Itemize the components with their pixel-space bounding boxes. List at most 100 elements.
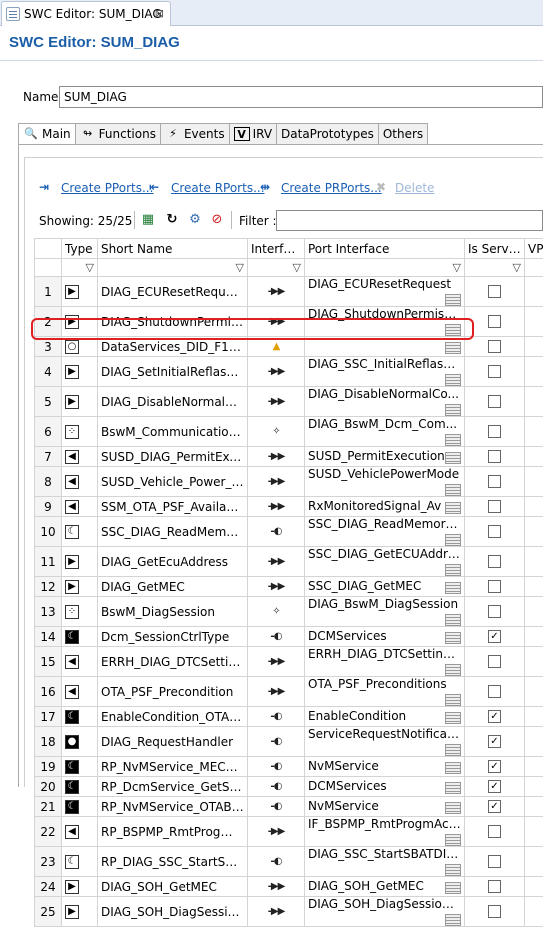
- delete-link[interactable]: Delete: [395, 181, 434, 195]
- table-row[interactable]: 19☾RP_NvMService_MECBlock-◐NvMService✓: [35, 757, 543, 777]
- settings-icon[interactable]: ⚙: [187, 212, 203, 228]
- port-interface-cell[interactable]: DIAG_DisableNormalCo...: [305, 387, 465, 417]
- is-service-checkbox[interactable]: [488, 500, 501, 513]
- filter-input[interactable]: [276, 210, 543, 231]
- interface-browse-icon[interactable]: [445, 452, 461, 464]
- interface-browse-icon[interactable]: [445, 534, 461, 546]
- col-vp[interactable]: VP: [525, 239, 543, 259]
- short-name-cell[interactable]: DIAG_SetInitialReflashFlag: [98, 357, 248, 387]
- interface-browse-icon[interactable]: [445, 694, 461, 706]
- table-row[interactable]: 5▶DIAG_DisableNormalCom...-▶▶DIAG_Disabl…: [35, 387, 543, 417]
- col-short-name[interactable]: Short Name: [98, 239, 248, 259]
- short-name-cell[interactable]: BswM_CommunicationM...: [98, 417, 248, 447]
- interface-browse-icon[interactable]: [445, 374, 461, 386]
- table-row[interactable]: 22◀RP_BSPMP_RmtProgmAct...-▶▶IF_BSPMP_Rm…: [35, 817, 543, 847]
- tab-main[interactable]: 🔍Main: [18, 123, 76, 145]
- short-name-cell[interactable]: BswM_DiagSession: [98, 597, 248, 627]
- is-service-checkbox[interactable]: [488, 450, 501, 463]
- port-interface-cell[interactable]: RxMonitoredSignal_Av: [305, 497, 465, 517]
- filter-cell[interactable]: ▽: [305, 259, 465, 277]
- interface-browse-icon[interactable]: [445, 664, 461, 676]
- col-type[interactable]: Type: [62, 239, 98, 259]
- name-field[interactable]: [59, 86, 543, 108]
- is-service-checkbox[interactable]: [488, 340, 501, 353]
- port-interface-cell[interactable]: DCMServices: [305, 627, 465, 647]
- is-service-checkbox[interactable]: [488, 825, 501, 838]
- port-interface-cell[interactable]: NvMService: [305, 757, 465, 777]
- interface-browse-icon[interactable]: [445, 434, 461, 446]
- port-interface-cell[interactable]: NvMService: [305, 797, 465, 817]
- table-row[interactable]: 4▶DIAG_SetInitialReflashFlag-▶▶DIAG_SSC_…: [35, 357, 543, 387]
- port-interface-cell[interactable]: DIAG_SOH_DiagSessionR...: [305, 897, 465, 927]
- short-name-cell[interactable]: Dcm_SessionCtrlType: [98, 627, 248, 647]
- port-interface-cell[interactable]: DIAG_SSC_InitialReflashF...: [305, 357, 465, 387]
- col-is-service[interactable]: Is Service: [465, 239, 525, 259]
- port-interface-cell[interactable]: SSC_DIAG_GetMEC: [305, 577, 465, 597]
- table-row[interactable]: 10☾SSC_DIAG_ReadMemoryS...-◐SSC_DIAG_Rea…: [35, 517, 543, 547]
- table-row[interactable]: 1▶DIAG_ECUResetRequest-▶▶DIAG_ECUResetRe…: [35, 277, 543, 307]
- short-name-cell[interactable]: DIAG_SOH_DiagSessionRe...: [98, 897, 248, 927]
- port-interface-cell[interactable]: DIAG_BswM_Dcm_Com...: [305, 417, 465, 447]
- table-row[interactable]: 24▶DIAG_SOH_GetMEC-▶▶DIAG_SOH_GetMEC: [35, 877, 543, 897]
- is-service-checkbox[interactable]: ✓: [488, 630, 501, 643]
- short-name-cell[interactable]: RP_NvMService_OTABlock: [98, 797, 248, 817]
- interface-browse-icon[interactable]: [445, 614, 461, 626]
- port-interface-cell[interactable]: DIAG_SOH_GetMEC: [305, 877, 465, 897]
- create-pports-link[interactable]: Create PPorts...: [61, 181, 153, 195]
- is-service-checkbox[interactable]: [488, 905, 501, 918]
- table-row[interactable]: 15◀ERRH_DIAG_DTCSettingEn...-▶▶ERRH_DIAG…: [35, 647, 543, 677]
- is-service-checkbox[interactable]: [488, 605, 501, 618]
- short-name-cell[interactable]: DIAG_GetMEC: [98, 577, 248, 597]
- port-interface-cell[interactable]: DIAG_ECUResetRequest: [305, 277, 465, 307]
- port-interface-cell[interactable]: DIAG_SSC_StartSBATDID...: [305, 847, 465, 877]
- is-service-checkbox[interactable]: [488, 880, 501, 893]
- short-name-cell[interactable]: DIAG_SOH_GetMEC: [98, 877, 248, 897]
- is-service-checkbox[interactable]: [488, 685, 501, 698]
- table-row[interactable]: 11▶DIAG_GetEcuAddress-▶▶SSC_DIAG_GetECUA…: [35, 547, 543, 577]
- table-row[interactable]: 25▶DIAG_SOH_DiagSessionRe...-▶▶DIAG_SOH_…: [35, 897, 543, 927]
- short-name-cell[interactable]: DIAG_ECUResetRequest: [98, 277, 248, 307]
- short-name-cell[interactable]: SSM_OTA_PSF_Availability: [98, 497, 248, 517]
- port-interface-cell[interactable]: DIAG_BswM_DiagSession: [305, 597, 465, 627]
- is-service-checkbox[interactable]: [488, 555, 501, 568]
- interface-browse-icon[interactable]: [445, 342, 461, 354]
- filter-icon[interactable]: ▽: [453, 261, 461, 274]
- col-port-interface[interactable]: Port Interface: [305, 239, 465, 259]
- table-row[interactable]: 7◀SUSD_DIAG_PermitExecuti...-▶▶SUSD_Perm…: [35, 447, 543, 467]
- table-row[interactable]: 12▶DIAG_GetMEC-▶▶SSC_DIAG_GetMEC: [35, 577, 543, 597]
- filter-cell[interactable]: [525, 259, 543, 277]
- port-interface-cell[interactable]: SUSD_VehiclePowerMode: [305, 467, 465, 497]
- is-service-checkbox[interactable]: [488, 315, 501, 328]
- is-service-checkbox[interactable]: [488, 285, 501, 298]
- close-icon[interactable]: ⊠: [155, 7, 164, 20]
- filter-cell[interactable]: ▽: [465, 259, 525, 277]
- interface-browse-icon[interactable]: [445, 782, 461, 794]
- refresh-icon[interactable]: ↻: [164, 212, 180, 228]
- interface-browse-icon[interactable]: [445, 564, 461, 576]
- short-name-cell[interactable]: SUSD_DIAG_PermitExecuti...: [98, 447, 248, 467]
- table-row[interactable]: 21☾RP_NvMService_OTABlock-◐NvMService✓: [35, 797, 543, 817]
- no-filter-icon[interactable]: ⊘: [209, 212, 225, 228]
- tab-functions[interactable]: ↬Functions: [76, 123, 161, 145]
- tab-others[interactable]: Others: [379, 123, 428, 145]
- short-name-cell[interactable]: OTA_PSF_Precondition: [98, 677, 248, 707]
- is-service-checkbox[interactable]: [488, 475, 501, 488]
- create-rports-link[interactable]: Create RPorts...: [171, 181, 265, 195]
- interface-browse-icon[interactable]: [445, 802, 461, 814]
- short-name-cell[interactable]: RP_DIAG_SSC_StartSBATDI...: [98, 847, 248, 877]
- port-interface-cell[interactable]: IF_BSPMP_RmtProgmAct...: [305, 817, 465, 847]
- table-row[interactable]: 17☾EnableCondition_OTA_PSF-◐EnableCondit…: [35, 707, 543, 727]
- port-interface-cell[interactable]: SUSD_PermitExecution: [305, 447, 465, 467]
- table-row[interactable]: 14☾Dcm_SessionCtrlType-◐DCMServices✓: [35, 627, 543, 647]
- interface-browse-icon[interactable]: [445, 632, 461, 644]
- short-name-cell[interactable]: DIAG_RequestHandler: [98, 727, 248, 757]
- port-interface-cell[interactable]: EnableCondition: [305, 707, 465, 727]
- interface-browse-icon[interactable]: [445, 914, 461, 926]
- short-name-cell[interactable]: DIAG_GetEcuAddress: [98, 547, 248, 577]
- tab-irv[interactable]: VIRV: [230, 123, 277, 145]
- interface-browse-icon[interactable]: [445, 864, 461, 876]
- interface-browse-icon[interactable]: [445, 404, 461, 416]
- filter-cell[interactable]: ▽: [98, 259, 248, 277]
- interface-browse-icon[interactable]: [445, 294, 461, 306]
- interface-browse-icon[interactable]: [445, 834, 461, 846]
